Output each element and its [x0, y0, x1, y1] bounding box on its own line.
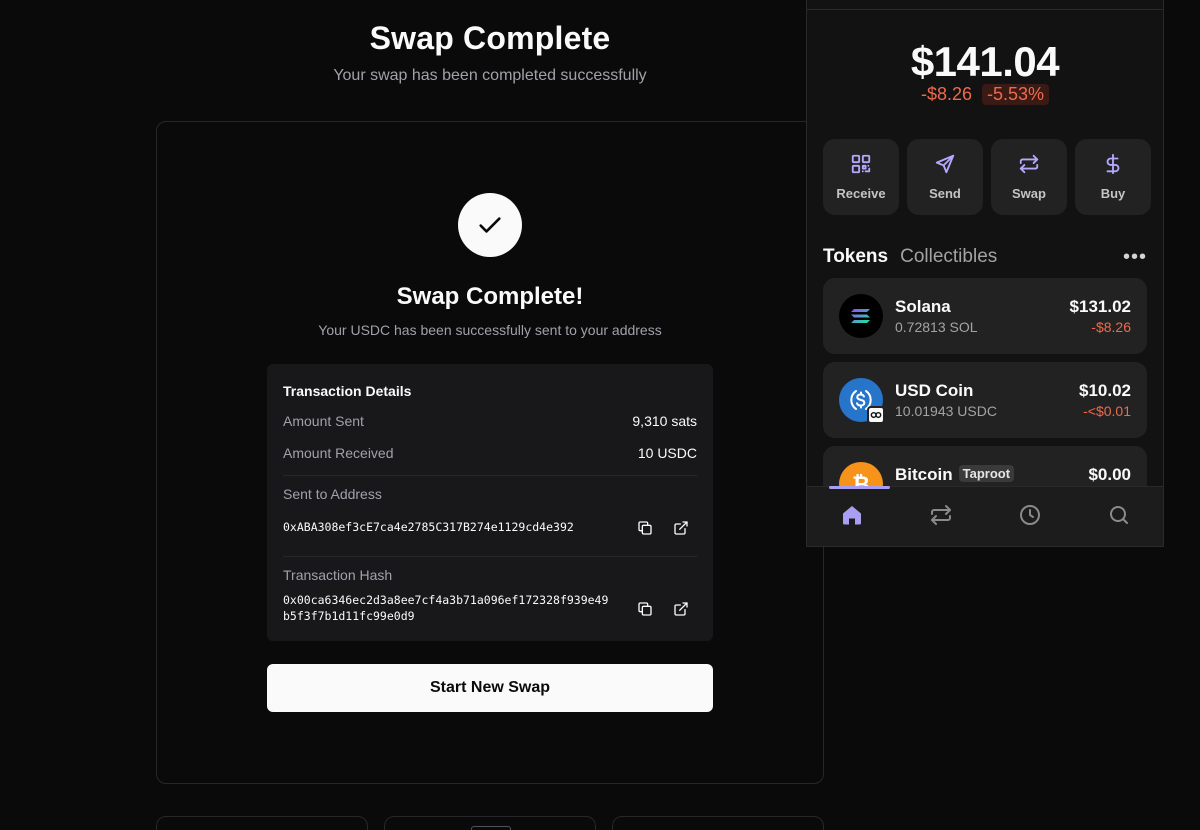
token-amount: 0.72813 SOL — [895, 319, 978, 335]
more-options-icon[interactable]: ••• — [1123, 247, 1147, 267]
transaction-hash-line: b5f3f7b1d11fc99e0d9 — [283, 609, 415, 623]
swap-button[interactable]: Swap — [991, 139, 1067, 215]
buy-button[interactable]: Buy — [1075, 139, 1151, 215]
nav-swap[interactable] — [921, 497, 961, 537]
wallet-balance: $141.04 — [910, 38, 1060, 85]
swap-icon — [929, 503, 953, 532]
history-icon — [1018, 503, 1042, 532]
transaction-hash-value: 0x00ca6346ec2d3a8ee7cf4a3b71a096ef172328… — [283, 592, 608, 624]
send-button[interactable]: Send — [907, 139, 983, 215]
amount-sent-value: 9,310 sats — [632, 413, 697, 429]
token-name: USD Coin — [895, 381, 974, 400]
copy-hash-icon[interactable] — [635, 599, 655, 619]
token-name-group: Bitcoin Taproot — [895, 465, 1015, 485]
wallet-popup: $141.04 -$8.26 -5.53% Receive Send Swap — [806, 0, 1164, 547]
amount-received-label: Amount Received — [283, 445, 394, 461]
bottom-card[interactable] — [384, 816, 596, 830]
token-row-solana[interactable]: Solana 0.72813 SOL $131.02 -$8.26 — [823, 278, 1147, 354]
tab-tokens[interactable]: Tokens — [823, 246, 888, 268]
token-name: Solana — [895, 297, 951, 316]
search-icon — [1107, 503, 1131, 532]
token-value: $131.02 — [1069, 297, 1131, 316]
token-row-usdc[interactable]: USD Coin 10.01943 USDC $10.02 -<$0.01 — [823, 362, 1147, 438]
amount-received-value: 10 USDC — [637, 445, 697, 461]
divider — [283, 475, 697, 476]
bottom-card[interactable] — [156, 816, 368, 830]
wallet-actions: Receive Send Swap Buy — [823, 139, 1151, 215]
wallet-tabs: Tokens Collectibles ••• — [823, 246, 1147, 268]
balance-change-percent: -5.53% — [982, 84, 1050, 105]
token-change: -<$0.01 — [1083, 403, 1131, 419]
start-new-swap-button[interactable]: Start New Swap — [267, 664, 713, 712]
divider — [283, 556, 697, 557]
taproot-tag: Taproot — [958, 465, 1015, 482]
token-value: $10.02 — [1079, 381, 1131, 400]
swap-label: Swap — [1012, 186, 1046, 201]
nav-active-indicator — [829, 486, 890, 489]
qr-code-icon — [850, 153, 872, 180]
sent-to-address-value: 0xABA308ef3cE7ca4e2785C317B274e1129cd4e3… — [283, 520, 574, 534]
token-name: Bitcoin — [895, 465, 953, 484]
nav-home[interactable] — [832, 497, 872, 537]
nav-history[interactable] — [1010, 497, 1050, 537]
amount-sent-label: Amount Sent — [283, 413, 364, 429]
token-amount: 10.01943 USDC — [895, 403, 997, 419]
transaction-hash-line: 0x00ca6346ec2d3a8ee7cf4a3b71a096ef172328… — [283, 593, 609, 607]
chain-badge-icon — [867, 406, 885, 424]
solana-logo-icon — [839, 294, 883, 338]
success-check-icon — [458, 193, 522, 257]
swap-complete-card: Swap Complete! Your USDC has been succes… — [156, 121, 824, 784]
sent-to-address-label: Sent to Address — [283, 486, 382, 502]
receive-label: Receive — [836, 186, 886, 201]
token-value: $0.00 — [1088, 465, 1131, 484]
amount-received-row: Amount Received 10 USDC — [283, 445, 697, 461]
card-title: Swap Complete! — [396, 283, 584, 310]
nav-search[interactable] — [1099, 497, 1139, 537]
dollar-icon — [1102, 153, 1124, 180]
wallet-bottom-nav — [807, 486, 1163, 546]
bottom-card[interactable] — [612, 816, 824, 830]
balance-change-amount: -$8.26 — [920, 84, 972, 104]
open-address-external-icon[interactable] — [671, 518, 691, 538]
tab-collectibles[interactable]: Collectibles — [900, 246, 997, 268]
send-icon — [934, 153, 956, 180]
amount-sent-row: Amount Sent 9,310 sats — [283, 413, 697, 429]
buy-label: Buy — [1100, 186, 1126, 201]
receive-button[interactable]: Receive — [823, 139, 899, 215]
token-change: -$8.26 — [1091, 319, 1131, 335]
home-icon — [840, 503, 864, 532]
bottom-card-chip — [471, 826, 511, 830]
card-subtitle: Your USDC has been successfully sent to … — [318, 322, 662, 338]
transaction-details-title: Transaction Details — [283, 383, 412, 399]
wallet-header-divider — [807, 9, 1163, 10]
send-label: Send — [929, 186, 961, 201]
transaction-details-panel: Transaction Details Amount Sent 9,310 sa… — [267, 364, 713, 641]
copy-address-icon[interactable] — [635, 518, 655, 538]
balance-change: -$8.26 -5.53% — [807, 84, 1163, 105]
open-hash-external-icon[interactable] — [671, 599, 691, 619]
transaction-hash-label: Transaction Hash — [283, 567, 393, 583]
swap-icon — [1018, 153, 1040, 180]
